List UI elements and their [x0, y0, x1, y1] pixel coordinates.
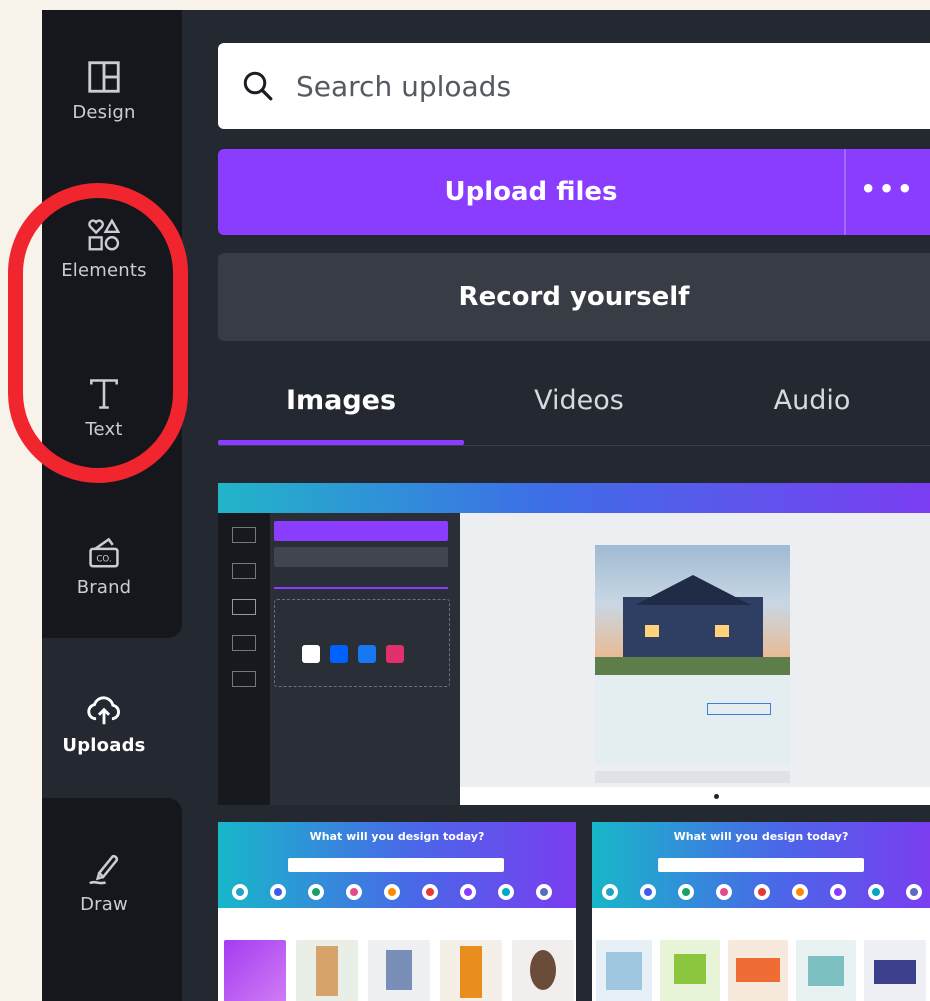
- house-photo: [595, 545, 790, 675]
- search-placeholder: Search uploads: [296, 69, 512, 103]
- thumb-search-bar: [288, 858, 504, 872]
- record-yourself-button[interactable]: Record yourself: [218, 253, 930, 341]
- tabs-divider: [218, 445, 930, 446]
- search-input[interactable]: Search uploads: [218, 43, 930, 129]
- tab-images[interactable]: Images: [218, 360, 464, 446]
- sidebar-item-label: Draw: [80, 893, 128, 915]
- thumb-search-bar: [658, 858, 864, 872]
- uploaded-image-thumbnail[interactable]: [218, 483, 930, 805]
- sidebar-item-text[interactable]: Text: [42, 352, 166, 462]
- cloud-upload-icon: [87, 695, 120, 724]
- sidebar-item-draw[interactable]: Draw: [42, 827, 166, 937]
- search-icon: [243, 71, 273, 101]
- thumb-panel: [270, 513, 460, 805]
- brand-kit-icon: CO.: [89, 537, 119, 568]
- thumb-canvas: [460, 513, 930, 805]
- uploads-panel: Search uploads Upload files ••• Record y…: [218, 10, 930, 1001]
- text-t-icon: [90, 378, 118, 409]
- sidebar-item-label: Design: [72, 101, 136, 123]
- sidebar-item-label: Brand: [76, 576, 132, 598]
- svg-text:CO.: CO.: [96, 554, 111, 564]
- thumb-category-icons: [592, 880, 930, 904]
- sidebar-item-uploads[interactable]: Uploads: [42, 668, 166, 778]
- thumb-hero-title: What will you design today?: [309, 830, 485, 843]
- upload-files-label: Upload files: [444, 177, 618, 207]
- layout-icon: [88, 60, 120, 93]
- pen-icon: [89, 854, 119, 884]
- sidebar-item-label: Uploads: [62, 734, 146, 756]
- shapes-icon: [88, 217, 121, 250]
- thumb-footer: [460, 787, 930, 805]
- sidebar-item-elements[interactable]: Elements: [42, 193, 166, 303]
- more-options-button[interactable]: •••: [846, 149, 930, 235]
- editor-frame: Design Elements Text CO. Brand Uploads D…: [42, 10, 930, 1001]
- tab-audio[interactable]: Audio: [694, 360, 930, 446]
- thumb-hero-title: What will you design today?: [673, 830, 849, 843]
- sidebar-item-design[interactable]: Design: [42, 35, 166, 145]
- thumb-hero-banner: What will you design today?: [592, 822, 930, 908]
- thumb-side-rail: [218, 513, 270, 805]
- upload-files-button[interactable]: Upload files •••: [218, 149, 930, 235]
- thumb-card: [595, 675, 790, 765]
- sidebar-item-label: Text: [85, 418, 123, 440]
- uploaded-image-thumbnail[interactable]: What will you design today?: [218, 822, 576, 1001]
- thumb-category-icons: [218, 880, 576, 904]
- sidebar-item-brand[interactable]: CO. Brand: [42, 510, 166, 620]
- side-rail: Design Elements Text CO. Brand Uploads D…: [42, 10, 182, 1001]
- sidebar-item-label: Elements: [61, 259, 147, 281]
- uploaded-image-thumbnail[interactable]: What will you design today?: [592, 822, 930, 1001]
- thumb-top-bar: [218, 483, 930, 513]
- thumb-hero-banner: What will you design today?: [218, 822, 576, 908]
- media-tabs: Images Videos Audio: [218, 360, 930, 446]
- tab-videos[interactable]: Videos: [464, 360, 694, 446]
